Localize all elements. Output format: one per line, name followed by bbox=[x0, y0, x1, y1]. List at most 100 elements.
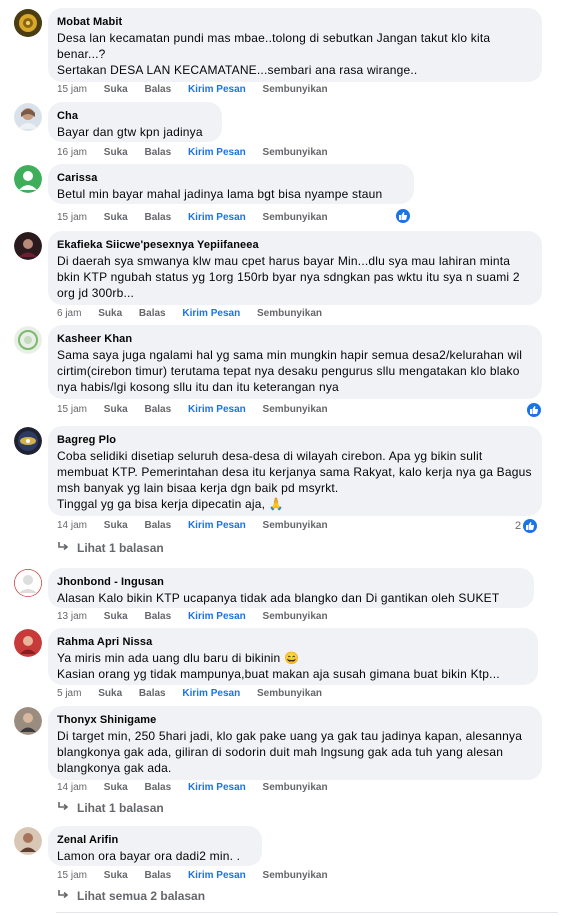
thumbs-up-icon bbox=[396, 209, 410, 223]
comment-author[interactable]: Ekafieka Siicwe'pesexnya Yepiifaneea bbox=[57, 238, 532, 252]
send-message-button[interactable]: Kirim Pesan bbox=[182, 688, 240, 699]
reply-button[interactable]: Balas bbox=[144, 782, 171, 793]
comment-author[interactable]: Thonyx Shinigame bbox=[57, 713, 532, 727]
like-button[interactable]: Suka bbox=[104, 870, 128, 881]
comment-time[interactable]: 15 jam bbox=[57, 404, 87, 415]
view-replies-link[interactable]: Lihat 1 balasan bbox=[57, 541, 164, 555]
comment-text: Desa lan kecamatan pundi mas mbae..tolon… bbox=[57, 31, 491, 77]
send-message-button[interactable]: Kirim Pesan bbox=[188, 611, 246, 622]
hide-button[interactable]: Sembunyikan bbox=[263, 404, 328, 415]
comment-author[interactable]: Zenal Arifin bbox=[57, 833, 252, 847]
avatar[interactable] bbox=[14, 9, 42, 37]
comment-actions: 5 jam Suka Balas Kirim Pesan Sembunyikan bbox=[57, 687, 336, 701]
like-button[interactable]: Suka bbox=[104, 611, 128, 622]
avatar[interactable] bbox=[14, 103, 42, 131]
like-button[interactable]: Suka bbox=[98, 308, 122, 319]
comment-actions: 14 jam Suka Balas Kirim Pesan Sembunyika… bbox=[57, 781, 342, 795]
like-button[interactable]: Suka bbox=[104, 782, 128, 793]
send-message-button[interactable]: Kirim Pesan bbox=[182, 308, 240, 319]
send-message-button[interactable]: Kirim Pesan bbox=[188, 84, 246, 95]
hide-button[interactable]: Sembunyikan bbox=[263, 520, 328, 531]
like-button[interactable]: Suka bbox=[98, 688, 122, 699]
reply-button[interactable]: Balas bbox=[144, 212, 171, 223]
send-message-button[interactable]: Kirim Pesan bbox=[188, 520, 246, 531]
view-replies-link[interactable]: Lihat 1 balasan bbox=[57, 801, 164, 815]
comment-text: Sama saya juga ngalami hal yg sama min m… bbox=[57, 348, 523, 394]
reply-arrow-icon bbox=[57, 541, 69, 555]
reply-button[interactable]: Balas bbox=[144, 520, 171, 531]
comment-author[interactable]: Mobat Mabit bbox=[57, 15, 532, 29]
hide-button[interactable]: Sembunyikan bbox=[257, 688, 322, 699]
comment-text: Coba selidiki disetiap seluruh desa-desa… bbox=[57, 449, 532, 511]
reply-button[interactable]: Balas bbox=[144, 404, 171, 415]
comment-text: Bayar dan gtw kpn jadinya bbox=[57, 125, 203, 139]
avatar[interactable] bbox=[14, 232, 42, 260]
like-button[interactable]: Suka bbox=[104, 84, 128, 95]
comment-time[interactable]: 14 jam bbox=[57, 520, 87, 531]
comment-bubble: Jhonbond - Ingusan Alasan Kalo bikin KTP… bbox=[48, 568, 534, 608]
send-message-button[interactable]: Kirim Pesan bbox=[188, 404, 246, 415]
hide-button[interactable]: Sembunyikan bbox=[263, 84, 328, 95]
like-button[interactable]: Suka bbox=[104, 147, 128, 158]
avatar[interactable] bbox=[14, 427, 42, 455]
hide-button[interactable]: Sembunyikan bbox=[263, 611, 328, 622]
like-button[interactable]: Suka bbox=[104, 520, 128, 531]
reply-arrow-icon bbox=[57, 889, 69, 903]
reaction-count[interactable] bbox=[527, 403, 541, 417]
comment-time[interactable]: 6 jam bbox=[57, 308, 81, 319]
comment-bubble: Cha Bayar dan gtw kpn jadinya bbox=[48, 102, 222, 142]
comment-author[interactable]: Rahma Apri Nissa bbox=[57, 635, 528, 649]
hide-button[interactable]: Sembunyikan bbox=[263, 147, 328, 158]
avatar[interactable] bbox=[14, 569, 42, 597]
hide-button[interactable]: Sembunyikan bbox=[263, 870, 328, 881]
comment-time[interactable]: 5 jam bbox=[57, 688, 81, 699]
thumbs-up-icon bbox=[523, 519, 538, 533]
comment-text: Betul min bayar mahal jadinya lama bgt b… bbox=[57, 187, 383, 201]
reply-button[interactable]: Balas bbox=[144, 84, 171, 95]
reply-button[interactable]: Balas bbox=[144, 870, 171, 881]
avatar[interactable] bbox=[14, 165, 42, 193]
comment-author[interactable]: Carissa bbox=[57, 171, 404, 185]
comment-text: Ya miris min ada uang dlu baru di bikini… bbox=[57, 651, 500, 681]
like-button[interactable]: Suka bbox=[104, 212, 128, 223]
reply-button[interactable]: Balas bbox=[139, 308, 166, 319]
reply-button[interactable]: Balas bbox=[139, 688, 166, 699]
comment-time[interactable]: 15 jam bbox=[57, 870, 87, 881]
reaction-count[interactable] bbox=[396, 209, 410, 223]
comment-time[interactable]: 15 jam bbox=[57, 84, 87, 95]
comment-author[interactable]: Bagreg Plo bbox=[57, 433, 532, 447]
reply-button[interactable]: Balas bbox=[144, 147, 171, 158]
comment-text: Di daerah sya smwanya klw mau cpet harus… bbox=[57, 254, 520, 300]
avatar[interactable] bbox=[14, 326, 42, 354]
avatar[interactable] bbox=[14, 707, 42, 735]
view-replies-label: Lihat 1 balasan bbox=[77, 541, 164, 555]
like-button[interactable]: Suka bbox=[104, 404, 128, 415]
send-message-button[interactable]: Kirim Pesan bbox=[188, 870, 246, 881]
comment-bubble: Thonyx Shinigame Di target min, 250 5har… bbox=[48, 706, 542, 780]
reaction-number: 2 bbox=[515, 520, 522, 532]
view-replies-link[interactable]: Lihat semua 2 balasan bbox=[57, 889, 205, 903]
comment-actions: 15 jam Suka Balas Kirim Pesan Sembunyika… bbox=[57, 403, 342, 417]
reply-button[interactable]: Balas bbox=[144, 611, 171, 622]
send-message-button[interactable]: Kirim Pesan bbox=[188, 147, 246, 158]
hide-button[interactable]: Sembunyikan bbox=[263, 782, 328, 793]
hide-button[interactable]: Sembunyikan bbox=[257, 308, 322, 319]
comment-author[interactable]: Cha bbox=[57, 109, 212, 123]
comment-time[interactable]: 14 jam bbox=[57, 782, 87, 793]
comment-time[interactable]: 16 jam bbox=[57, 147, 87, 158]
section-divider bbox=[56, 912, 558, 913]
comment-author[interactable]: Kasheer Khan bbox=[57, 332, 532, 346]
send-message-button[interactable]: Kirim Pesan bbox=[188, 212, 246, 223]
avatar[interactable] bbox=[14, 827, 42, 855]
hide-button[interactable]: Sembunyikan bbox=[263, 212, 328, 223]
view-replies-label: Lihat 1 balasan bbox=[77, 801, 164, 815]
send-message-button[interactable]: Kirim Pesan bbox=[188, 782, 246, 793]
comment-actions: 15 jam Suka Balas Kirim Pesan Sembunyika… bbox=[57, 211, 342, 225]
comment-time[interactable]: 13 jam bbox=[57, 611, 87, 622]
comment-author[interactable]: Jhonbond - Ingusan bbox=[57, 575, 524, 589]
comment-actions: 16 jam Suka Balas Kirim Pesan Sembunyika… bbox=[57, 146, 342, 160]
comment-actions: 15 jam Suka Balas Kirim Pesan Sembunyika… bbox=[57, 83, 342, 97]
comment-time[interactable]: 15 jam bbox=[57, 212, 87, 223]
reaction-count[interactable]: 2 bbox=[515, 519, 538, 533]
avatar[interactable] bbox=[14, 629, 42, 657]
